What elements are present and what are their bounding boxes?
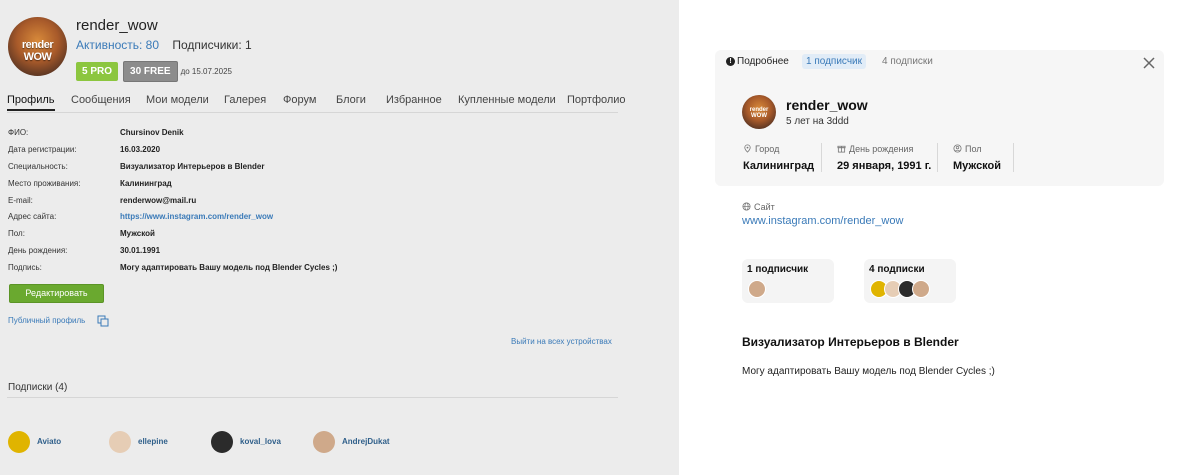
label-signature: Подпись: <box>8 263 42 272</box>
label-email: E-mail: <box>8 196 33 205</box>
site-label: Сайт <box>742 202 775 212</box>
activity-link[interactable]: Активность: 80 <box>76 38 159 52</box>
value-gender: Мужской <box>120 229 155 238</box>
value-specialty: Визуализатор Интерьеров в Blender <box>120 162 265 171</box>
globe-icon <box>742 202 751 211</box>
tab-favorites[interactable]: Избранное <box>386 94 442 106</box>
followers-title: 1 подписчик <box>747 264 809 275</box>
field-gender-value: Мужской <box>953 160 1002 172</box>
card-specialty: Визуализатор Интерьеров в Blender <box>742 335 959 349</box>
badge-expiry: до 15.07.2025 <box>180 67 232 76</box>
subscription-name[interactable]: Aviato <box>37 437 61 446</box>
value-email: renderwow@mail.ru <box>120 196 197 205</box>
subscriptions-title: Подписки (4) <box>8 382 68 393</box>
pro-badge[interactable]: 5 PRO <box>76 62 119 81</box>
divider <box>821 143 822 172</box>
divider <box>7 397 618 398</box>
card-username: render_wow <box>786 97 868 113</box>
free-badge[interactable]: 30 FREE <box>123 61 178 82</box>
subscription-name[interactable]: AndrejDukat <box>342 437 390 446</box>
avatar[interactable] <box>109 431 131 453</box>
profile-tabs: Профиль Сообщения Мои модели Галерея Фор… <box>7 93 626 113</box>
field-city-value: Калининград <box>743 160 815 172</box>
value-residence: Калининград <box>120 179 172 188</box>
label-fullname: ФИО: <box>8 128 29 137</box>
field-city-label: Город <box>743 144 779 154</box>
label-specialty: Специальность: <box>8 162 68 171</box>
divider <box>1013 143 1014 172</box>
public-profile-link[interactable]: Публичный профиль <box>8 316 85 325</box>
tab-blogs[interactable]: Блоги <box>336 94 366 106</box>
person-icon <box>953 144 962 153</box>
label-website: Адрес сайта: <box>8 212 57 221</box>
tab-purchased-models[interactable]: Купленные модели <box>458 94 556 106</box>
field-birthday-label: День рождения <box>837 144 913 154</box>
logout-all-devices-link[interactable]: Выйти на всех устройствах <box>511 337 612 346</box>
value-signature: Могу адаптировать Вашу модель под Blende… <box>120 263 338 272</box>
site-link[interactable]: www.instagram.com/render_wow <box>742 215 903 227</box>
profile-stats: Активность: 80 Подписчики: 1 <box>76 38 252 52</box>
following-title: 4 подписки <box>869 264 925 275</box>
tab-following[interactable]: 4 подписки <box>882 56 933 67</box>
following-card[interactable]: 4 подписки <box>864 259 956 303</box>
value-website-link[interactable]: https://www.instagram.com/render_wow <box>120 212 273 221</box>
tab-followers[interactable]: 1 подписчик <box>802 54 866 69</box>
field-gender-label: Пол <box>953 144 982 154</box>
avatar[interactable] <box>748 280 766 298</box>
tab-gallery[interactable]: Галерея <box>224 94 266 106</box>
label-residence: Место проживания: <box>8 179 81 188</box>
edit-button[interactable]: Редактировать <box>9 284 104 303</box>
divider <box>937 143 938 172</box>
label-registration-date: Дата регистрации: <box>8 145 77 154</box>
avatar[interactable]: render WOW <box>742 95 776 129</box>
avatar[interactable] <box>313 431 335 453</box>
value-registration-date: 16.03.2020 <box>120 145 161 154</box>
label-gender: Пол: <box>8 229 25 238</box>
location-icon <box>744 144 751 153</box>
tab-my-models[interactable]: Мои модели <box>146 94 209 106</box>
tab-portfolio[interactable]: Портфолио <box>567 94 626 106</box>
value-fullname: Chursinov Denik <box>120 128 184 137</box>
avatar-logo: render WOW <box>749 107 769 119</box>
card-signature: Могу адаптировать Вашу модель под Blende… <box>742 366 995 377</box>
tab-details[interactable]: ! Подробнее <box>726 56 789 67</box>
profile-username: render_wow <box>76 17 158 34</box>
card-tenure: 5 лет на 3ddd <box>786 116 849 127</box>
close-icon[interactable] <box>1143 57 1155 69</box>
field-birthday-value: 29 января, 1991 г. <box>837 160 932 172</box>
avatar[interactable] <box>211 431 233 453</box>
tab-details-label: Подробнее <box>737 56 789 67</box>
avatar-logo: render WOW <box>21 39 54 63</box>
subscribers-count[interactable]: Подписчики: 1 <box>172 38 251 52</box>
tab-forum[interactable]: Форум <box>283 94 316 106</box>
avatar[interactable] <box>8 431 30 453</box>
tab-profile[interactable]: Профиль <box>7 94 55 111</box>
tab-messages[interactable]: Сообщения <box>71 94 131 106</box>
subscription-name[interactable]: ellepine <box>138 437 168 446</box>
license-badges: 5 PRO 30 FREE до 15.07.2025 <box>76 61 232 82</box>
followers-card[interactable]: 1 подписчик <box>742 259 834 303</box>
avatar[interactable] <box>912 280 930 298</box>
profile-panel: render WOW render_wow Активность: 80 Под… <box>0 0 679 475</box>
avatar[interactable]: render WOW <box>8 17 67 76</box>
copy-icon[interactable] <box>97 315 109 327</box>
gift-icon <box>837 145 846 153</box>
value-birthday: 30.01.1991 <box>120 246 161 255</box>
info-icon: ! <box>726 56 735 66</box>
label-birthday: День рождения: <box>8 246 68 255</box>
subscription-name[interactable]: koval_lova <box>240 437 281 446</box>
